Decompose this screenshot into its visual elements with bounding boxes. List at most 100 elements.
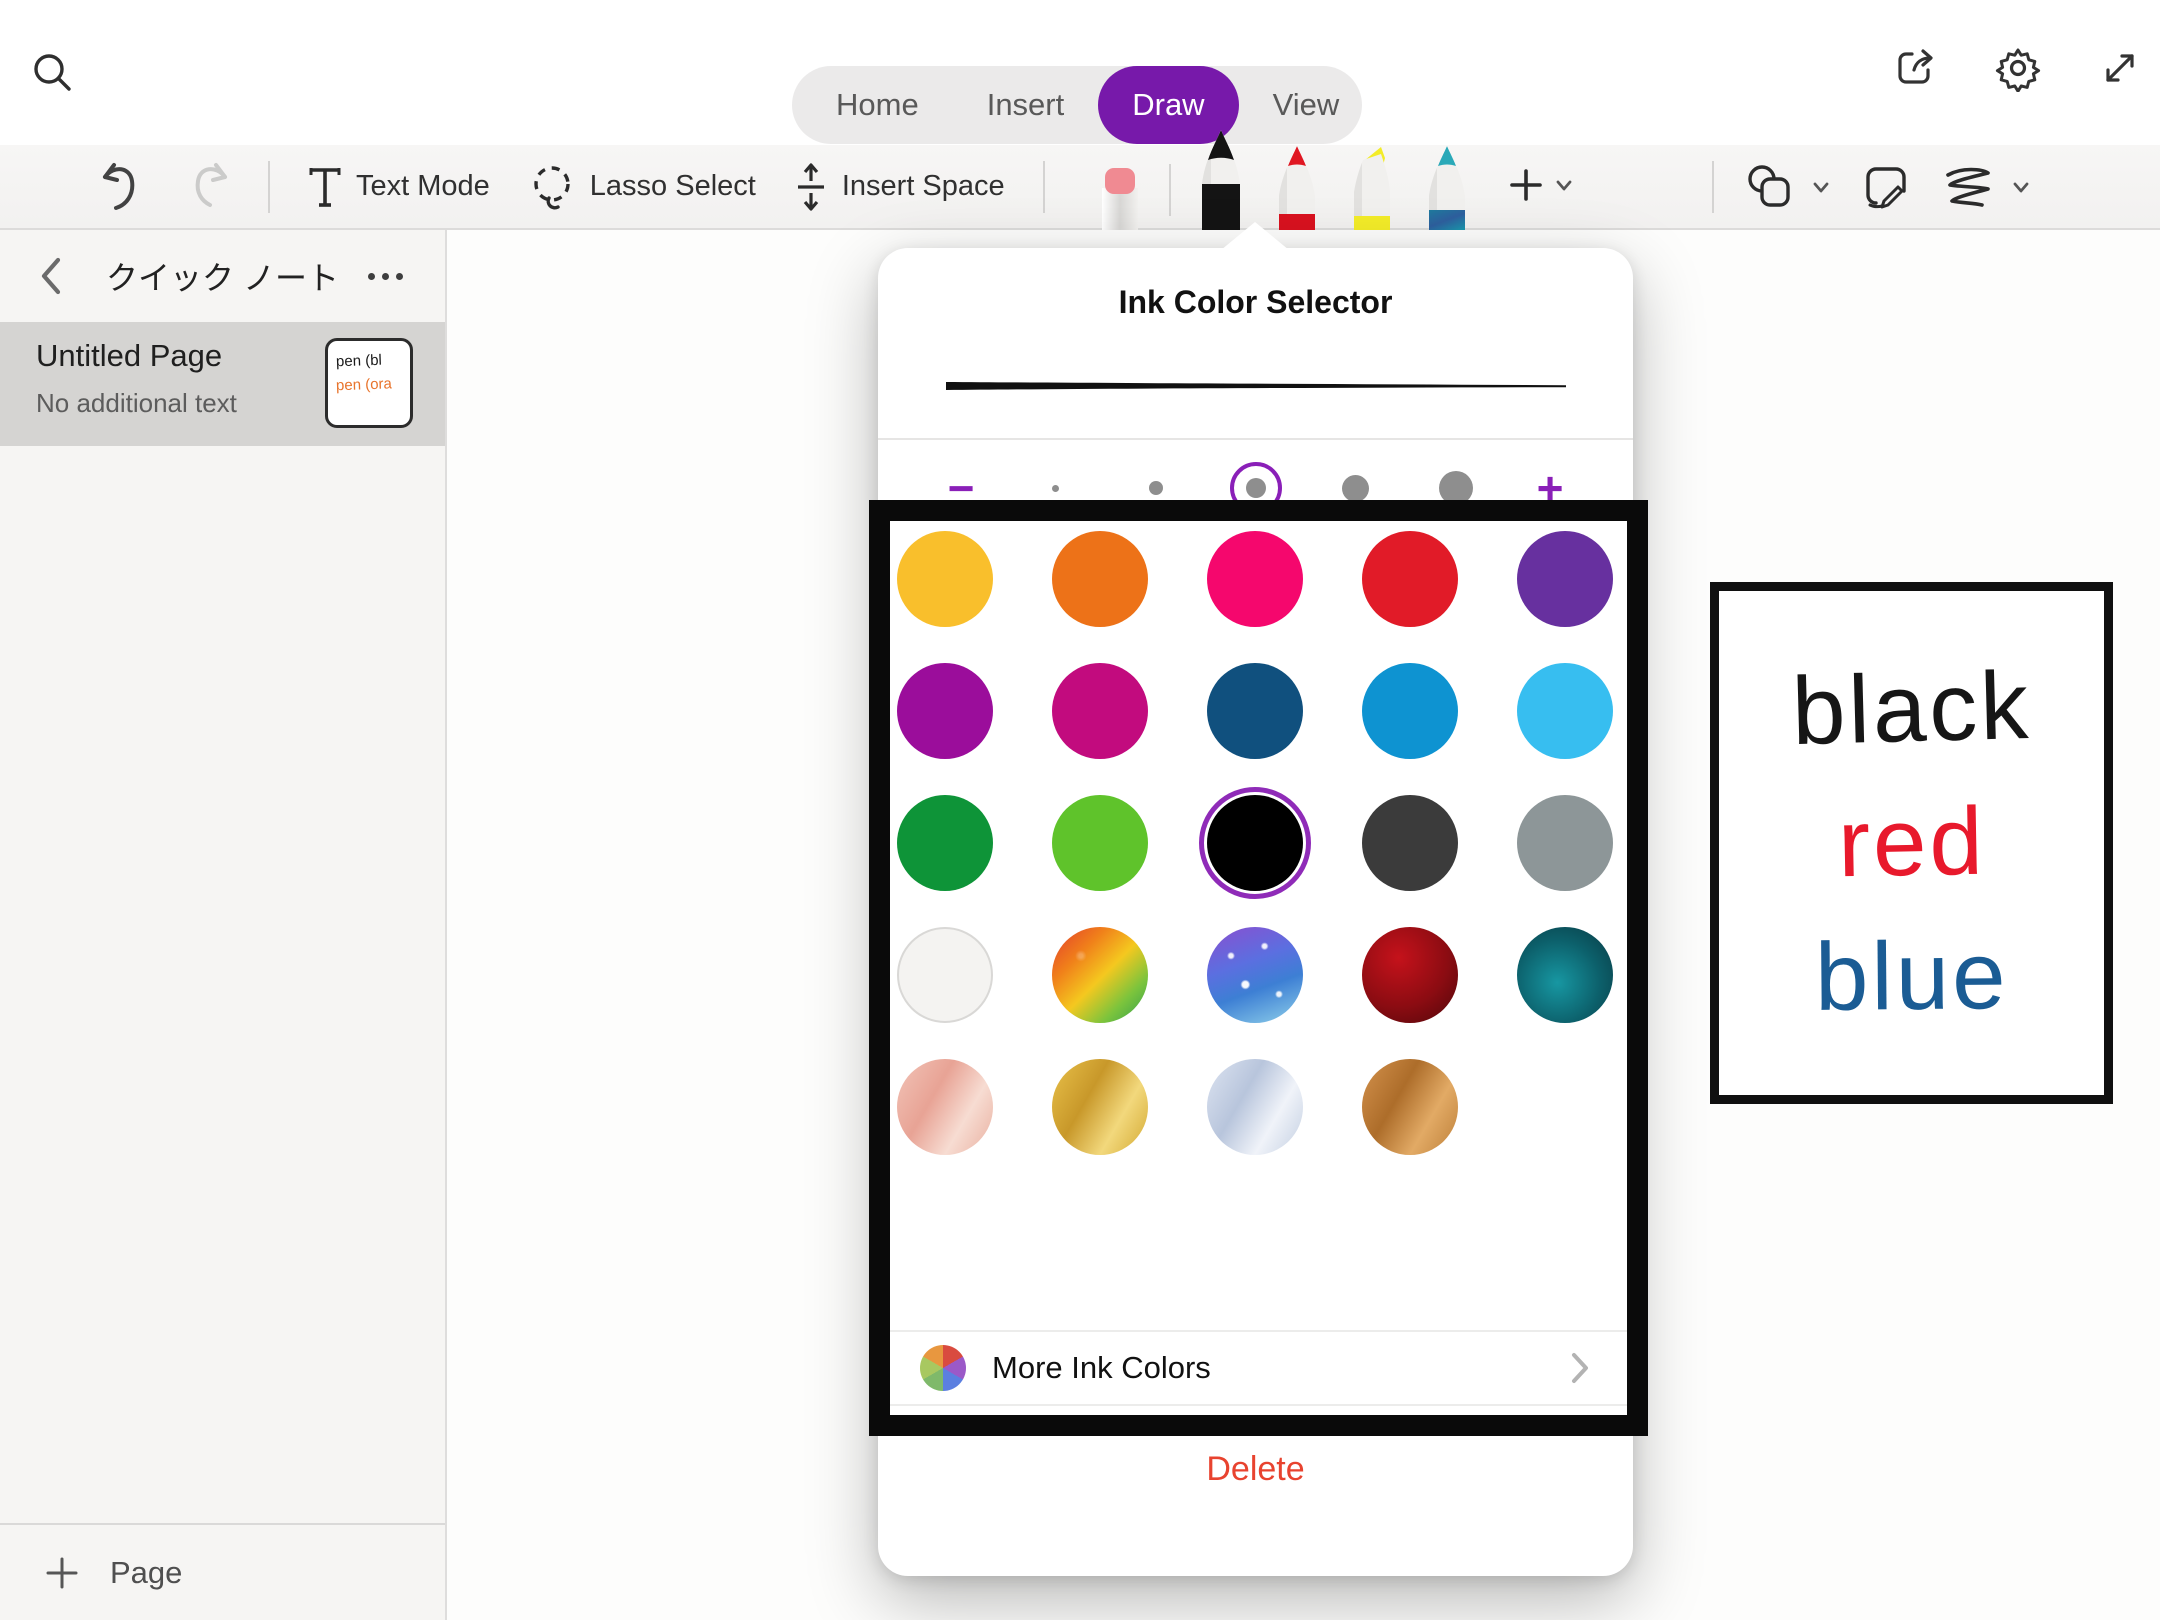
draw-ribbon: Text Mode Lasso Select Insert Space xyxy=(0,145,2160,230)
swatch-magenta[interactable] xyxy=(897,663,993,759)
thickness-dot-2[interactable] xyxy=(1130,462,1182,514)
swatch-rainbow-glitter[interactable] xyxy=(1052,927,1148,1023)
chevron-down-icon xyxy=(1810,176,1832,198)
eraser-tool[interactable] xyxy=(1093,164,1147,230)
highlighter-icon xyxy=(1345,144,1399,230)
swatch-dark-pink[interactable] xyxy=(1052,663,1148,759)
redo-button[interactable] xyxy=(184,161,230,213)
ink-squiggle-icon xyxy=(1942,165,1996,209)
delete-row: Delete xyxy=(878,1450,1633,1489)
ribbon-divider xyxy=(1169,164,1171,216)
text-mode-button[interactable]: Text Mode xyxy=(308,165,490,209)
fullscreen-icon xyxy=(2096,44,2144,92)
page-thumbnail: pen (blpen (ora xyxy=(325,338,413,428)
swatch-green[interactable] xyxy=(897,795,993,891)
fullscreen-button[interactable] xyxy=(2096,44,2144,92)
undo-icon xyxy=(100,161,146,213)
more-options-button[interactable] xyxy=(363,264,407,288)
handwritten-ink-box: blackredblue xyxy=(1710,582,2113,1104)
insert-space-label: Insert Space xyxy=(842,170,1005,203)
swatch-purple[interactable] xyxy=(1517,531,1613,627)
swatch-lime-green[interactable] xyxy=(1052,795,1148,891)
swatch-navy-blue[interactable] xyxy=(1207,663,1303,759)
swatch-galaxy[interactable] xyxy=(1207,927,1303,1023)
swatch-black[interactable] xyxy=(1207,795,1303,891)
red-pen-tool[interactable] xyxy=(1271,144,1323,230)
settings-gear-icon xyxy=(1994,44,2042,92)
thickness-selector: − + xyxy=(878,440,1633,536)
chevron-left-icon xyxy=(34,256,68,296)
undo-button[interactable] xyxy=(100,161,146,213)
swatch-red-marble[interactable] xyxy=(1362,927,1458,1023)
color-wheel-icon xyxy=(920,1345,966,1391)
swatch-blue[interactable] xyxy=(1362,663,1458,759)
ellipsis-icon xyxy=(368,273,375,280)
insert-space-icon xyxy=(794,161,828,213)
swatch-pink[interactable] xyxy=(1207,531,1303,627)
ink-replay-button[interactable] xyxy=(1942,165,2032,209)
thickness-dot-4[interactable] xyxy=(1330,462,1382,514)
add-pen-button[interactable] xyxy=(1509,168,1575,202)
highlighter-tool[interactable] xyxy=(1345,144,1399,230)
add-page-button[interactable]: Page xyxy=(0,1523,445,1620)
delete-pen-button[interactable]: Delete xyxy=(1206,1450,1304,1488)
back-button[interactable] xyxy=(34,256,68,296)
plus-icon xyxy=(44,1555,80,1591)
draw-with-touch-icon xyxy=(1862,163,1912,211)
popup-title: Ink Color Selector xyxy=(878,248,1633,321)
swatch-dark-gray[interactable] xyxy=(1362,795,1458,891)
sidebar-header: クイック ノート xyxy=(0,230,445,322)
swatch-orange[interactable] xyxy=(1052,531,1148,627)
thickness-dot-1[interactable] xyxy=(1030,462,1082,514)
share-icon xyxy=(1892,44,1940,92)
thickness-dots xyxy=(1030,462,1482,514)
popup-pointer xyxy=(1221,222,1289,250)
black-pen-tool[interactable] xyxy=(1193,128,1249,230)
more-ink-colors-label: More Ink Colors xyxy=(992,1350,1543,1386)
shapes-icon xyxy=(1744,163,1796,211)
ink-color-selector-popup: Ink Color Selector − + More Ink Colors D… xyxy=(878,248,1633,1576)
teal-pen-tool[interactable] xyxy=(1421,144,1473,230)
ink-word-blue: blue xyxy=(1814,916,2009,1038)
search-button[interactable] xyxy=(28,48,76,96)
swatch-white[interactable] xyxy=(897,927,993,1023)
swatch-bronze[interactable] xyxy=(1362,1059,1458,1155)
swatch-sky-blue[interactable] xyxy=(1517,663,1613,759)
redo-icon xyxy=(184,161,230,213)
page-list-sidebar: クイック ノート Untitled Page No additional tex… xyxy=(0,230,447,1620)
text-mode-label: Text Mode xyxy=(356,170,490,203)
more-ink-colors-row[interactable]: More Ink Colors xyxy=(878,1330,1633,1406)
swatch-gold-metallic[interactable] xyxy=(1052,1059,1148,1155)
settings-button[interactable] xyxy=(1994,44,2042,92)
insert-space-button[interactable]: Insert Space xyxy=(794,161,1005,213)
tab-home[interactable]: Home xyxy=(802,66,953,144)
top-app-bar: Home Insert Draw View xyxy=(0,0,2160,145)
swatch-gold[interactable] xyxy=(897,531,993,627)
stroke-width-preview xyxy=(946,376,1566,396)
plus-icon xyxy=(1509,168,1543,202)
shapes-button[interactable] xyxy=(1744,163,1832,211)
color-swatch-grid xyxy=(897,531,1614,1155)
ribbon-divider xyxy=(1043,161,1045,213)
swatch-red[interactable] xyxy=(1362,531,1458,627)
swatch-silver[interactable] xyxy=(1207,1059,1303,1155)
decrease-thickness-button[interactable]: − xyxy=(936,468,986,508)
page-list-item-selected[interactable]: Untitled Page No additional text pen (bl… xyxy=(0,322,445,446)
swatch-teal-marble[interactable] xyxy=(1517,927,1613,1023)
text-mode-icon xyxy=(308,165,342,209)
search-icon xyxy=(28,48,76,96)
ink-word-black: black xyxy=(1790,646,2032,772)
red-pen-icon xyxy=(1271,144,1323,230)
tab-insert[interactable]: Insert xyxy=(953,66,1099,144)
share-button[interactable] xyxy=(1892,44,1940,92)
lasso-select-button[interactable]: Lasso Select xyxy=(528,162,756,212)
swatch-gray[interactable] xyxy=(1517,795,1613,891)
ribbon-divider xyxy=(1712,161,1714,213)
thumbnail-ink-line: pen (bl xyxy=(336,348,411,375)
chevron-down-icon xyxy=(1553,174,1575,196)
swatch-rose-gold[interactable] xyxy=(897,1059,993,1155)
thickness-dot-5[interactable] xyxy=(1430,462,1482,514)
draw-with-touch-button[interactable] xyxy=(1862,163,1912,211)
increase-thickness-button[interactable]: + xyxy=(1525,468,1575,508)
thickness-dot-3[interactable] xyxy=(1230,462,1282,514)
